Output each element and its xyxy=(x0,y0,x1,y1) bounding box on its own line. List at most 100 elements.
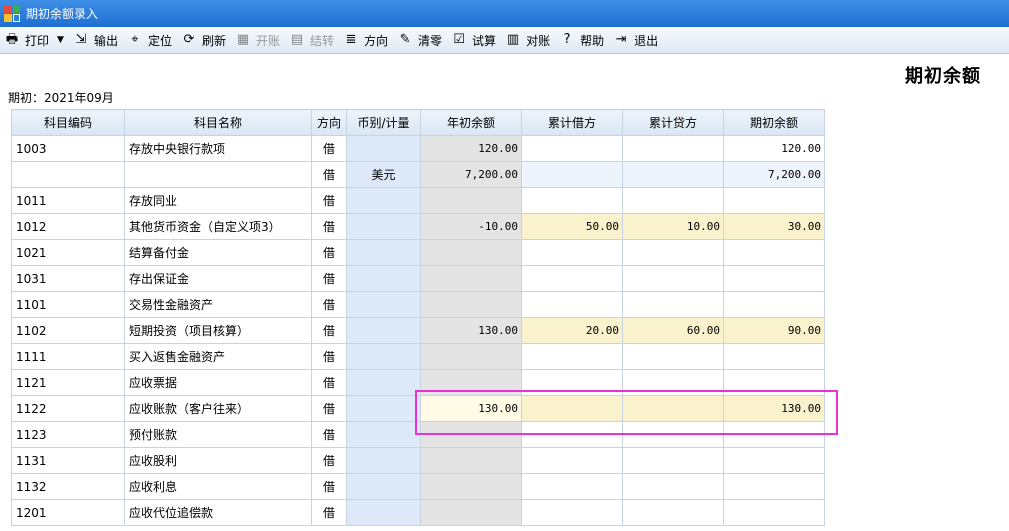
toolbar-export-button[interactable]: ⇲ 输出 xyxy=(73,28,117,52)
cell-debit[interactable]: 20.00 xyxy=(521,317,623,344)
table-row[interactable]: 1201 应收代位追偿款借 xyxy=(11,499,825,526)
toolbar-printer-button[interactable]: 🖶 打印 ▼ xyxy=(4,28,64,52)
cell-bal[interactable] xyxy=(723,447,825,474)
cell-credit[interactable] xyxy=(622,369,724,396)
cell-credit[interactable]: 60.00 xyxy=(622,317,724,344)
cell-debit[interactable] xyxy=(521,395,623,422)
table-row[interactable]: 1132 应收利息借 xyxy=(11,473,825,500)
cell-bal[interactable] xyxy=(723,473,825,500)
cell-bal[interactable]: 130.00 xyxy=(723,395,825,422)
toolbar-refresh-button[interactable]: ⟳ 刷新 xyxy=(181,28,226,52)
cell-init[interactable] xyxy=(420,447,522,474)
cell-dir: 借 xyxy=(311,395,347,422)
toolbar-exit-button[interactable]: ⇥ 退出 xyxy=(613,28,658,52)
cell-credit[interactable] xyxy=(622,473,724,500)
cell-bal[interactable]: 90.00 xyxy=(723,317,825,344)
cell-init[interactable] xyxy=(420,343,522,370)
cell-credit[interactable] xyxy=(622,343,724,370)
cell-debit[interactable] xyxy=(521,239,623,266)
cell-debit[interactable] xyxy=(521,135,623,162)
cell-init[interactable] xyxy=(420,239,522,266)
cell-credit[interactable] xyxy=(622,291,724,318)
cell-debit[interactable] xyxy=(521,265,623,292)
column-header: 期初余额 xyxy=(723,109,825,136)
cell-init[interactable] xyxy=(420,421,522,448)
cell-bal[interactable]: 120.00 xyxy=(723,135,825,162)
table-row[interactable]: 1021 结算备付金借 xyxy=(11,239,825,266)
cell-debit[interactable] xyxy=(521,343,623,370)
cell-debit[interactable] xyxy=(521,291,623,318)
table-row[interactable]: 借美元 7,200.00 7,200.00 xyxy=(11,161,825,188)
cell-code: 1031 xyxy=(11,265,125,292)
cell-init[interactable] xyxy=(420,291,522,318)
cell-code: 1102 xyxy=(11,317,125,344)
cell-bal[interactable] xyxy=(723,369,825,396)
table-row[interactable]: 1101 交易性金融资产借 xyxy=(11,291,825,318)
cell-credit[interactable] xyxy=(622,265,724,292)
cell-init[interactable]: 130.00 xyxy=(420,395,522,422)
cell-init[interactable] xyxy=(420,473,522,500)
cell-bal[interactable] xyxy=(723,265,825,292)
cell-credit[interactable] xyxy=(622,135,724,162)
toolbar-help-button[interactable]: ? 帮助 xyxy=(559,28,604,52)
cell-bal[interactable] xyxy=(723,291,825,318)
cell-debit[interactable] xyxy=(521,369,623,396)
toolbar-broom-button[interactable]: ✎ 清零 xyxy=(397,28,442,52)
cell-debit[interactable] xyxy=(521,499,623,526)
cell-dir: 借 xyxy=(311,499,347,526)
cell-credit[interactable]: 10.00 xyxy=(622,213,724,240)
cell-dir: 借 xyxy=(311,135,347,162)
cell-bal[interactable] xyxy=(723,343,825,370)
cell-init[interactable]: 130.00 xyxy=(420,317,522,344)
toolbar-trial-balance-button[interactable]: ☑ 试算 xyxy=(451,28,496,52)
cell-init[interactable] xyxy=(420,369,522,396)
cell-credit[interactable] xyxy=(622,161,724,188)
cell-init[interactable] xyxy=(420,265,522,292)
table-row[interactable]: 1003 存放中央银行款项借 120.00 120.00 xyxy=(11,135,825,162)
table-row[interactable]: 1122 应收账款（客户往来）借 130.00 130.00 xyxy=(11,395,825,422)
cell-init[interactable] xyxy=(420,187,522,214)
column-header: 科目编码 xyxy=(11,109,125,136)
cell-debit[interactable] xyxy=(521,187,623,214)
cell-bal[interactable] xyxy=(723,499,825,526)
table-row[interactable]: 1123 预付账款借 xyxy=(11,421,825,448)
cell-credit[interactable] xyxy=(622,447,724,474)
cell-name: 应收代位追偿款 xyxy=(124,499,312,526)
cell-debit[interactable] xyxy=(521,447,623,474)
cell-cur xyxy=(346,213,421,240)
table-row[interactable]: 1121 应收票据借 xyxy=(11,369,825,396)
cell-bal[interactable] xyxy=(723,239,825,266)
cell-bal[interactable] xyxy=(723,187,825,214)
cell-init[interactable]: 7,200.00 xyxy=(420,161,522,188)
cell-bal[interactable]: 30.00 xyxy=(723,213,825,240)
cell-bal[interactable] xyxy=(723,421,825,448)
chevron-down-icon[interactable]: ▼ xyxy=(57,35,64,45)
table-row[interactable]: 1111 买入返售金融资产借 xyxy=(11,343,825,370)
cell-init[interactable]: 120.00 xyxy=(420,135,522,162)
table-row[interactable]: 1102 短期投资（项目核算）借 130.00 20.00 60.00 90.00 xyxy=(11,317,825,344)
toolbar-reconcile-button[interactable]: ▥ 对账 xyxy=(505,28,550,52)
cell-init[interactable]: -10.00 xyxy=(420,213,522,240)
cell-init[interactable] xyxy=(420,499,522,526)
toolbar-direction-button[interactable]: ≣ 方向 xyxy=(343,28,388,52)
cell-debit[interactable]: 50.00 xyxy=(521,213,623,240)
toolbar-locate-button[interactable]: ⌖ 定位 xyxy=(127,28,172,52)
cell-cur xyxy=(346,291,421,318)
cell-dir: 借 xyxy=(311,343,347,370)
cell-credit[interactable] xyxy=(622,421,724,448)
cell-debit[interactable] xyxy=(521,473,623,500)
table-row[interactable]: 1011 存放同业借 xyxy=(11,187,825,214)
table-row[interactable]: 1131 应收股利借 xyxy=(11,447,825,474)
cell-code: 1101 xyxy=(11,291,125,318)
cell-debit[interactable] xyxy=(521,421,623,448)
cell-credit[interactable] xyxy=(622,187,724,214)
cell-bal[interactable]: 7,200.00 xyxy=(723,161,825,188)
cell-credit[interactable] xyxy=(622,499,724,526)
table-row[interactable]: 1012 其他货币资金（自定义项3）借 -10.00 50.00 10.00 30.00 xyxy=(11,213,825,240)
cell-credit[interactable] xyxy=(622,395,724,422)
table-row[interactable]: 1031 存出保证金借 xyxy=(11,265,825,292)
period-label: 期初：2021年09月 xyxy=(8,91,114,105)
cell-credit[interactable] xyxy=(622,239,724,266)
cell-debit[interactable] xyxy=(521,161,623,188)
cell-code: 1003 xyxy=(11,135,125,162)
